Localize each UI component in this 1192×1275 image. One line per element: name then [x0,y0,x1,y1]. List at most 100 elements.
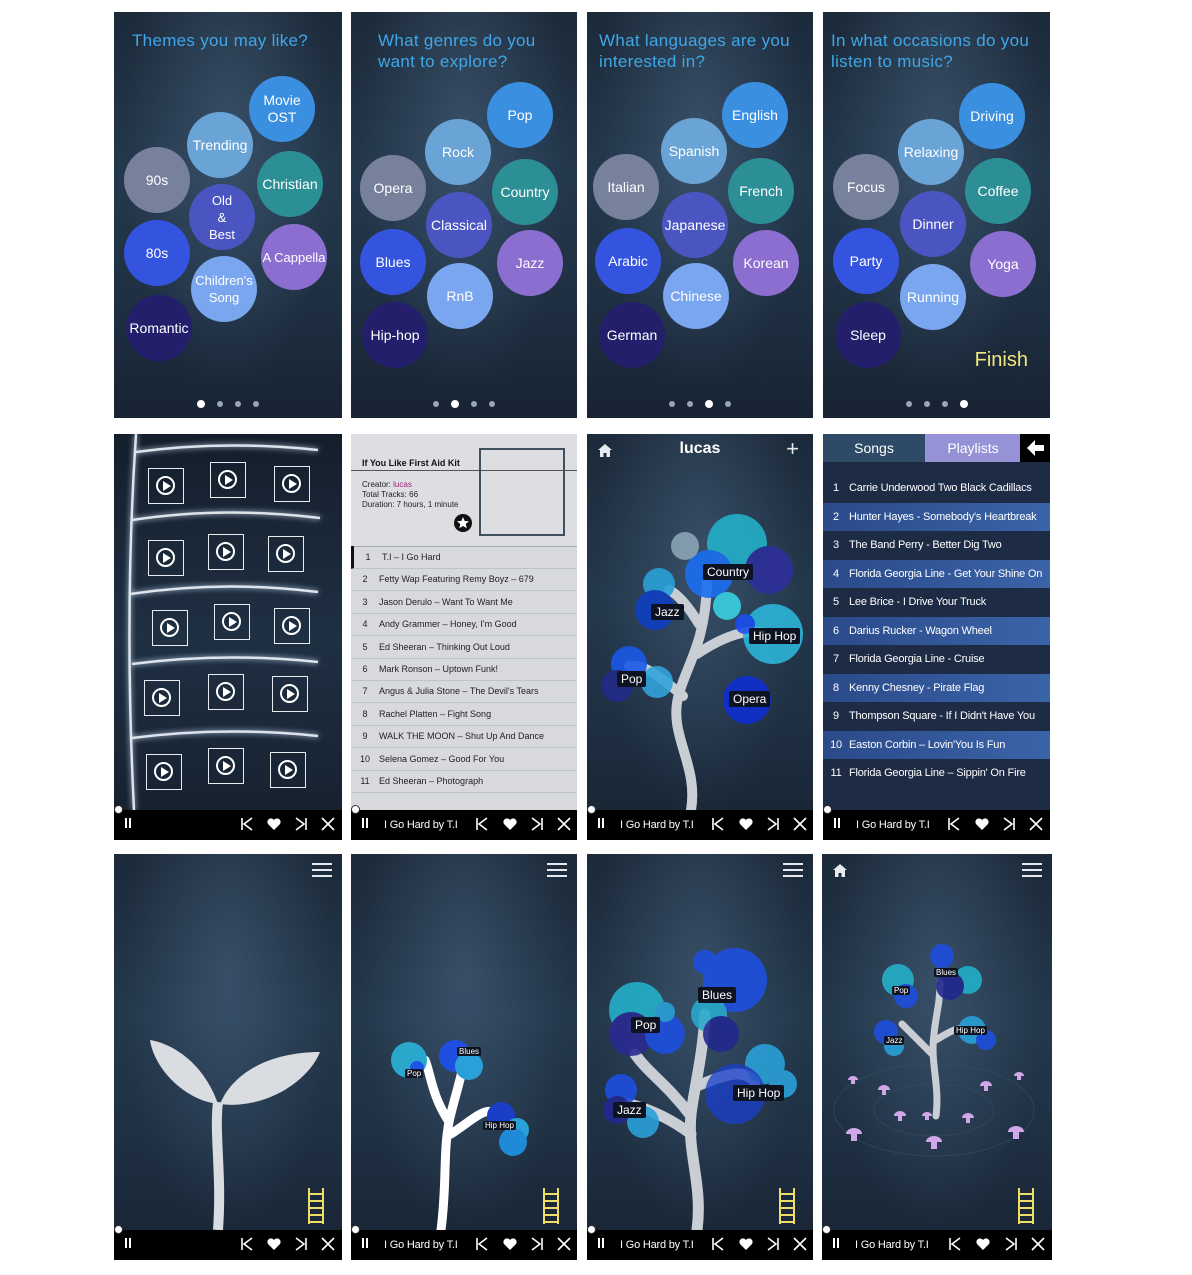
option-bubble[interactable]: Old & Best [189,184,255,250]
close-icon[interactable] [1027,815,1045,833]
playlist-tile[interactable] [208,534,244,570]
option-bubble[interactable]: 80s [124,220,190,286]
genre-tag[interactable]: Country [703,564,754,580]
genre-tag[interactable]: Jazz [651,604,684,620]
close-icon[interactable] [791,1235,809,1253]
star-icon[interactable] [454,514,472,532]
song-row[interactable]: 10 Easton Corbin – Lovin'You Is Fun [823,730,1050,759]
option-bubble[interactable]: Party [833,228,899,294]
genre-tag[interactable]: Jazz [613,1102,646,1118]
option-bubble[interactable]: RnB [427,263,493,329]
page-dot[interactable] [217,401,223,407]
genre-tag[interactable]: Pop [892,986,911,995]
pause-icon[interactable] [361,1238,369,1250]
song-row[interactable]: 1 Carrie Underwood Two Black Cadillacs [823,474,1050,502]
option-bubble[interactable]: Relaxing [898,119,964,185]
genre-tag[interactable]: Jazz [884,1036,905,1045]
progress-knob[interactable] [351,805,360,814]
finish-button[interactable]: Finish [975,349,1028,372]
playlist-tile[interactable] [208,674,244,710]
song-row[interactable]: 9 Thompson Square - If I Didn't Have You [823,702,1050,730]
song-row[interactable]: 11 Florida Georgia Line – Sippin' On Fire [823,759,1050,787]
track-row[interactable]: 4 Andy Grammer – Honey, I'm Good [351,613,577,637]
creator-name[interactable]: lucas [393,480,412,489]
option-bubble[interactable]: English [722,82,788,148]
progress-knob[interactable] [587,805,596,814]
pause-icon[interactable] [124,1238,132,1250]
previous-icon[interactable] [709,1235,727,1253]
option-bubble[interactable]: Rock [425,119,491,185]
song-row[interactable]: 7 Florida Georgia Line - Cruise [823,645,1050,673]
genre-tag[interactable]: Hip Hop [733,1085,785,1101]
progress-knob[interactable] [822,1225,831,1234]
genre-tag[interactable]: Pop [617,671,647,687]
track-row[interactable]: 10 Selena Gomez – Good For You [351,748,577,771]
close-icon[interactable] [555,815,573,833]
previous-icon[interactable] [473,1235,491,1253]
next-icon[interactable] [528,1235,546,1253]
heart-icon[interactable] [501,1235,519,1253]
option-bubble[interactable]: Yoga [970,231,1036,297]
now-playing-title[interactable]: I Go Hard by T.I [384,1239,458,1251]
option-bubble[interactable]: Children's Song [191,256,257,322]
genre-tag[interactable]: Opera [729,691,771,707]
page-dot[interactable] [705,400,713,408]
next-icon[interactable] [764,815,782,833]
option-bubble[interactable]: Spanish [661,118,727,184]
close-icon[interactable] [555,1235,573,1253]
now-playing-title[interactable]: I Go Hard by T.I [620,819,694,831]
next-icon[interactable] [292,815,310,833]
heart-icon[interactable] [973,815,991,833]
progress-knob[interactable] [114,805,123,814]
pause-icon[interactable] [597,1238,605,1250]
option-bubble[interactable]: Opera [360,155,426,221]
close-icon[interactable] [319,1235,337,1253]
page-dot[interactable] [941,401,948,407]
option-bubble[interactable]: Classical [426,192,492,258]
track-row[interactable]: 9 WALK THE MOON – Shut Up And Dance [351,725,577,749]
playlist-tile[interactable] [214,604,250,640]
option-bubble[interactable]: Driving [959,83,1025,149]
page-dot[interactable] [959,400,968,408]
page-dot[interactable] [471,401,477,407]
page-dot[interactable] [451,400,459,408]
page-dot[interactable] [253,401,259,407]
back-button[interactable] [1020,434,1050,462]
playlist-tile[interactable] [270,752,306,788]
playlist-tile[interactable] [146,754,182,790]
next-icon[interactable] [528,815,546,833]
pause-icon[interactable] [833,818,841,830]
page-dot[interactable] [433,401,439,407]
close-icon[interactable] [319,815,337,833]
track-row[interactable]: 8 Rachel Platten – Fight Song [351,703,577,726]
track-row[interactable]: 11 Ed Sheeran – Photograph [351,770,577,793]
heart-icon[interactable] [974,1235,992,1253]
song-row[interactable]: 8 Kenny Chesney - Pirate Flag [823,673,1050,702]
option-bubble[interactable]: Movie OST [249,76,315,142]
genre-tag[interactable]: Blues [457,1047,482,1056]
song-row[interactable]: 4 Florida Georgia Line - Get Your Shine O… [823,559,1050,588]
previous-icon[interactable] [238,815,256,833]
option-bubble[interactable]: Focus [833,154,899,220]
pause-icon[interactable] [832,1238,840,1250]
tab-playlists[interactable]: Playlists [925,434,1021,462]
genre-tag[interactable]: Hip Hop [954,1026,987,1035]
genre-tag[interactable]: Pop [405,1069,424,1078]
option-bubble[interactable]: Romantic [126,295,192,361]
next-icon[interactable] [1002,1235,1020,1253]
page-dot[interactable] [235,401,241,407]
page-dot[interactable] [905,401,912,407]
playlist-tile[interactable] [152,610,188,646]
option-bubble[interactable]: Pop [487,82,553,148]
option-bubble[interactable]: French [728,158,794,224]
pause-icon[interactable] [361,818,369,830]
option-bubble[interactable]: 90s [124,147,190,213]
option-bubble[interactable]: Blues [360,229,426,295]
track-row[interactable]: 5 Ed Sheeran – Thinking Out Loud [351,636,577,659]
close-icon[interactable] [1029,1235,1047,1253]
now-playing-title[interactable]: I Go Hard by T.I [620,1239,694,1251]
ladder-icon[interactable] [541,1188,561,1224]
close-icon[interactable] [791,815,809,833]
pause-icon[interactable] [597,818,605,830]
previous-icon[interactable] [946,1235,964,1253]
